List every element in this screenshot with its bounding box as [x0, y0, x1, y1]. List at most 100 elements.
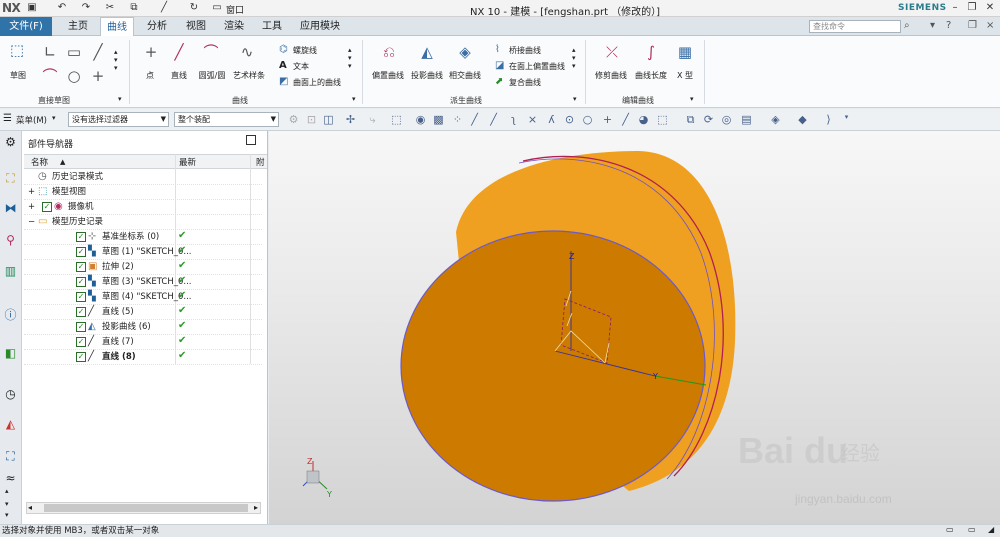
offset-in-face-icon[interactable]: ◪: [495, 60, 504, 71]
composite-curve-icon[interactable]: ⬈: [495, 76, 503, 87]
center-snap-icon[interactable]: ⊙: [563, 113, 576, 126]
window-icon[interactable]: ▭: [211, 2, 223, 14]
visibility-checkbox[interactable]: ✓: [76, 352, 86, 362]
filter-tool-icon[interactable]: ⚙: [287, 113, 300, 126]
window-menu[interactable]: 窗口: [226, 3, 244, 16]
sketch-button-label[interactable]: 草图: [4, 70, 32, 81]
tree-row[interactable]: ✓ ╱ 直线 (5) ✔: [24, 305, 262, 320]
scroll-up-icon[interactable]: ▴: [5, 487, 9, 495]
graphics-window[interactable]: Z Y Z Y: [269, 131, 1000, 524]
status-display-icon[interactable]: ▭: [968, 525, 976, 534]
tree-row[interactable]: ◷ 历史记录模式: [24, 170, 262, 185]
visibility-checkbox[interactable]: ✓: [76, 232, 86, 242]
file-menu[interactable]: 文件(F): [0, 17, 52, 36]
visibility-checkbox[interactable]: ✓: [76, 307, 86, 317]
tree-row[interactable]: ✓ ╱ 直线 (7) ✔: [24, 335, 262, 350]
visibility-checkbox[interactable]: ✓: [42, 202, 52, 212]
constraint-navigator-icon[interactable]: ⧓: [2, 200, 19, 217]
point-button-label[interactable]: 点: [138, 70, 162, 81]
group-edit-expander-icon[interactable]: ▾: [690, 95, 694, 103]
quadrant-snap-icon[interactable]: ○: [581, 113, 594, 126]
x-form-button[interactable]: X 型: [671, 70, 699, 81]
refresh-view-icon[interactable]: ⟳: [702, 113, 715, 126]
helix-button[interactable]: 螺旋线: [293, 45, 317, 56]
history-icon[interactable]: ◷: [2, 386, 19, 403]
menu-icon[interactable]: ☰: [3, 113, 12, 124]
restore-icon[interactable]: ❐: [968, 20, 977, 31]
layer-icon[interactable]: ▤: [740, 113, 753, 126]
trim-curve-button[interactable]: 修剪曲线: [592, 70, 630, 81]
scroll-right-icon[interactable]: ▸: [254, 503, 258, 512]
curve-length-icon[interactable]: ∫: [640, 44, 662, 61]
scroll-left-icon[interactable]: ◂: [28, 503, 32, 512]
tab-curve[interactable]: 曲线: [100, 17, 134, 36]
assembly-navigator-icon[interactable]: ⛶: [2, 170, 19, 187]
rectangle-icon[interactable]: ▭: [66, 44, 82, 61]
intersection-snap-icon[interactable]: ⨯: [526, 113, 539, 126]
tab-analysis[interactable]: 分析: [141, 17, 173, 36]
line-tool-icon[interactable]: ╱: [158, 2, 170, 14]
system-scene-icon[interactable]: ≈: [2, 470, 19, 487]
repeat-icon[interactable]: ↻: [188, 2, 200, 14]
circle-icon[interactable]: ○: [66, 68, 82, 85]
grid-snap-icon[interactable]: ⁘: [451, 113, 464, 126]
view-orient-icon[interactable]: ⟩: [822, 113, 835, 126]
arc-icon[interactable]: ⌒: [42, 68, 58, 85]
search-icon[interactable]: ⌕: [904, 20, 910, 31]
select-feature-icon[interactable]: ◫: [322, 113, 335, 126]
restore-button[interactable]: ❐: [965, 2, 979, 13]
text-icon[interactable]: A: [279, 60, 287, 71]
line-button-icon[interactable]: ╱: [168, 44, 190, 61]
minimize-button[interactable]: –: [948, 2, 962, 13]
visibility-checkbox[interactable]: ✓: [76, 337, 86, 347]
projected-curve-button[interactable]: 投影曲线: [409, 70, 445, 81]
info-icon[interactable]: ⓘ: [2, 307, 19, 324]
intersection-curve-button[interactable]: 相交曲线: [446, 70, 484, 81]
group-derived-expander-icon[interactable]: ▾: [573, 95, 577, 103]
point-snap-icon[interactable]: +: [601, 113, 614, 126]
select-all-icon[interactable]: ⊡: [305, 113, 318, 126]
tab-tools[interactable]: 工具: [256, 17, 288, 36]
zoom-icon[interactable]: ◎: [720, 113, 733, 126]
column-name[interactable]: 名称: [31, 156, 48, 168]
tree-row[interactable]: + ⬚ 模型视图: [24, 185, 262, 200]
save-icon[interactable]: ▣: [24, 2, 40, 14]
tree-row[interactable]: + ✓ ◉ 摄像机: [24, 200, 262, 215]
tab-view[interactable]: 视图: [180, 17, 212, 36]
x-form-icon[interactable]: ▦: [674, 44, 696, 61]
maximize-icon[interactable]: [246, 135, 256, 145]
curve-snap-icon[interactable]: ʅ: [507, 113, 520, 126]
offset-curve-button[interactable]: 偏置曲线: [369, 70, 407, 81]
end-point-icon[interactable]: ╱: [468, 113, 481, 126]
solid-select-icon[interactable]: ◉: [414, 113, 427, 126]
copy-icon[interactable]: ⧉: [128, 2, 140, 14]
rectangle-select-icon[interactable]: ⬚: [390, 113, 403, 126]
point-plus-icon[interactable]: +: [90, 68, 106, 85]
scrollbar-thumb[interactable]: [44, 504, 248, 512]
visibility-checkbox[interactable]: ✓: [76, 277, 86, 287]
line-button-label[interactable]: 直线: [166, 70, 192, 81]
visibility-checkbox[interactable]: ✓: [76, 247, 86, 257]
visibility-checkbox[interactable]: ✓: [76, 262, 86, 272]
nav-snap-icon[interactable]: ⬚: [656, 113, 669, 126]
gear-icon[interactable]: ⚙: [2, 134, 19, 151]
tab-applications[interactable]: 应用模块: [294, 17, 346, 36]
tangent-snap-icon[interactable]: ʎ: [545, 113, 558, 126]
render-style-icon[interactable]: ◈: [769, 113, 782, 126]
tree-row[interactable]: ✓ ▚ 草图 (4) "SKETCH_0... ✔: [24, 290, 262, 305]
tab-home[interactable]: 主页: [62, 17, 94, 36]
bridge-curve-button[interactable]: 桥接曲线: [509, 45, 541, 56]
reuse-library-icon[interactable]: ▥: [2, 263, 19, 280]
more-curve-icon[interactable]: ▴ ▾ ▾: [348, 46, 352, 70]
face-snap-icon[interactable]: ◕: [637, 113, 650, 126]
composite-curve-button[interactable]: 复合曲线: [509, 77, 541, 88]
tree-row[interactable]: ✓ ◭ 投影曲线 (6) ✔: [24, 320, 262, 335]
tree-row[interactable]: ✓ ╱ 直线 (8) ✔: [24, 350, 262, 365]
trim-curve-icon[interactable]: ⤫: [601, 44, 623, 61]
curve-on-surface-button[interactable]: 曲面上的曲线: [293, 77, 341, 88]
profile-icon[interactable]: ∟: [42, 44, 58, 61]
scroll-down-icon[interactable]: ▾: [5, 500, 9, 508]
studio-spline-button-label[interactable]: 艺术样条: [229, 70, 269, 81]
status-resize-icon[interactable]: ◢: [988, 525, 994, 534]
web-browser-icon[interactable]: ◧: [2, 345, 19, 362]
